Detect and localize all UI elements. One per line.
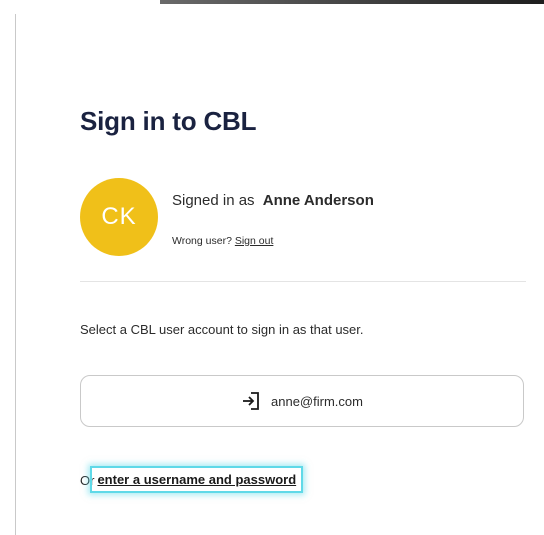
wrong-user-line: Wrong user? Sign out [172, 235, 273, 247]
username-password-link[interactable]: enter a username and password [97, 472, 296, 487]
account-email: anne@firm.com [271, 393, 363, 409]
user-name: Anne Anderson [262, 192, 374, 209]
divider [80, 281, 526, 282]
page-title: Sign in to CBL [80, 106, 257, 136]
account-instruction: Select a CBL user account to sign in as … [80, 322, 364, 337]
avatar: CK [80, 178, 158, 256]
sign-out-link[interactable]: Sign out [235, 235, 274, 247]
panel-border [15, 14, 16, 535]
sign-in-icon [241, 391, 261, 411]
account-button-anne[interactable]: anne@firm.com [80, 375, 524, 427]
top-bar-gradient [160, 0, 544, 4]
wrong-user-text: Wrong user? [172, 235, 232, 247]
signed-in-prefix: Signed in as [172, 192, 255, 209]
signed-in-text: Signed in as Anne Anderson [172, 192, 374, 209]
avatar-initials: CK [101, 203, 137, 230]
alternative-sign-in: Or enter a username and password [80, 466, 304, 494]
highlighted-link-box: enter a username and password [90, 466, 304, 493]
